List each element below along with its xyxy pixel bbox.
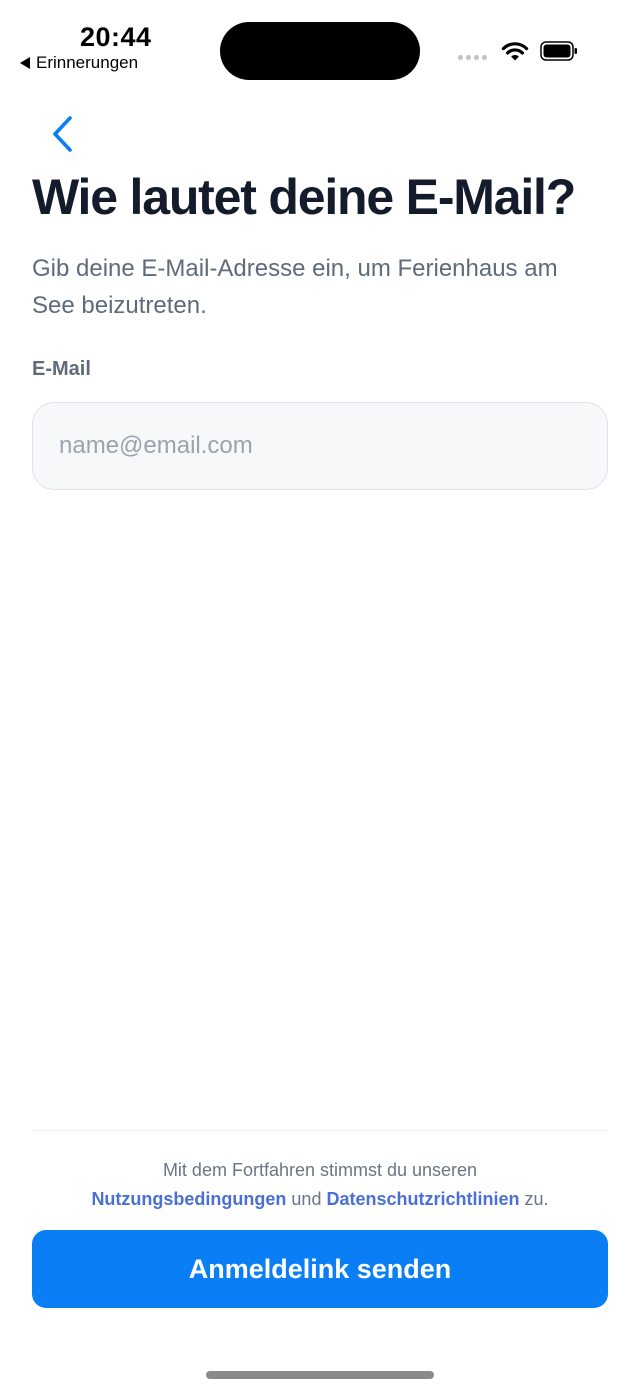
footer-divider: [32, 1130, 608, 1131]
dynamic-island: [220, 22, 420, 80]
battery-icon: [540, 41, 577, 61]
status-back-label: Erinnerungen: [36, 53, 139, 72]
terms-of-use-link[interactable]: Nutzungsbedingungen: [91, 1189, 286, 1209]
terms-suffix: zu.: [524, 1189, 549, 1209]
status-back-link[interactable]: Erinnerungen: [20, 53, 138, 73]
chevron-left-icon[interactable]: [48, 114, 78, 154]
back-triangle-icon: [20, 57, 30, 69]
home-indicator[interactable]: [206, 1371, 434, 1379]
status-time: 20:44: [80, 22, 152, 52]
wifi-icon: [501, 42, 529, 61]
send-login-link-button[interactable]: Anmeldelink senden: [32, 1230, 608, 1308]
privacy-policy-link[interactable]: Datenschutzrichtlinien: [326, 1189, 519, 1209]
email-label: E-Mail: [32, 358, 91, 380]
page-subtitle: Gib deine E-Mail-Adresse ein, um Ferienh…: [32, 255, 558, 319]
page-title: Wie lautet deine E-Mail?: [32, 169, 576, 225]
cellular-signal-icon: [458, 55, 487, 60]
terms-prefix: Mit dem Fortfahren stimmst du unseren: [162, 1160, 478, 1180]
email-field[interactable]: [32, 402, 608, 490]
terms-and: und: [291, 1189, 322, 1209]
terms-notice: Mit dem Fortfahren stimmst du unseren Nu…: [32, 1156, 608, 1214]
